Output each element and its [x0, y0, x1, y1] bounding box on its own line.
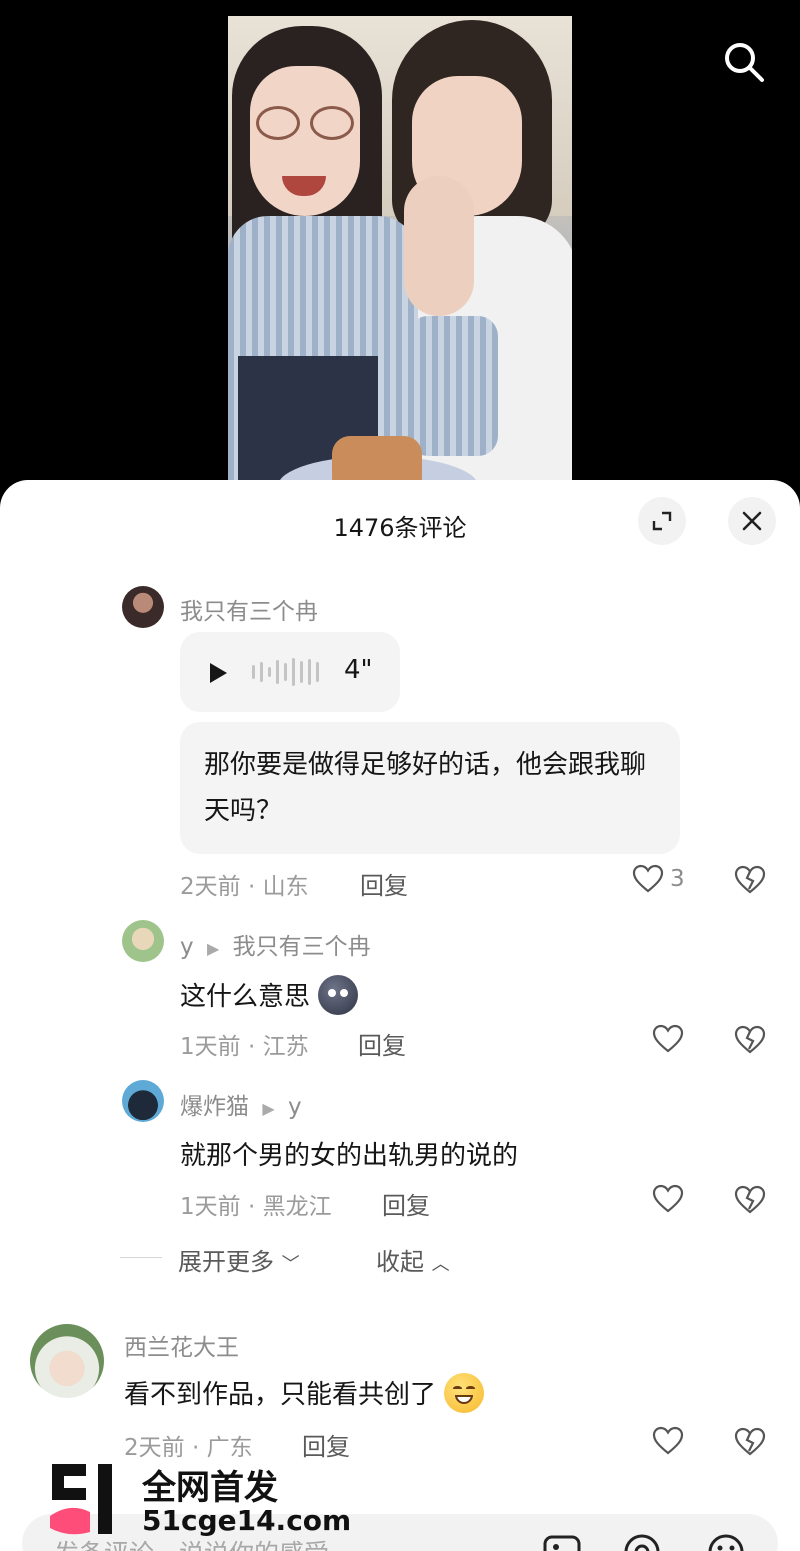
- expand-button[interactable]: [638, 497, 686, 545]
- comment-meta: 2天前 · 广东: [124, 1435, 253, 1461]
- heart-icon: [652, 1426, 684, 1455]
- comment-meta: 1天前 · 黑龙江: [180, 1194, 332, 1220]
- divider: [120, 1257, 162, 1258]
- dislike-button[interactable]: [734, 1427, 766, 1461]
- at-mention-icon[interactable]: [622, 1532, 662, 1551]
- broken-heart-icon: [734, 1185, 766, 1214]
- search-icon[interactable]: [720, 38, 768, 86]
- comment-text: 就那个男的女的出轨男的说的: [180, 1141, 519, 1171]
- heart-icon: [632, 864, 664, 893]
- close-button[interactable]: [728, 497, 776, 545]
- video-frame: [228, 16, 572, 490]
- comment-meta: 2天前 · 山东: [180, 874, 309, 900]
- reply-arrow-icon: ▶: [206, 939, 220, 958]
- comment-username[interactable]: 我只有三个冉: [180, 592, 318, 626]
- voice-duration: 4": [344, 655, 373, 685]
- waveform: [252, 657, 319, 687]
- emoji-icon: [318, 974, 359, 1015]
- comment-text: 这什么意思: [180, 974, 359, 1018]
- reply-button[interactable]: 回复: [360, 866, 408, 901]
- video-player[interactable]: [0, 0, 800, 490]
- dislike-button[interactable]: [734, 1025, 766, 1059]
- expand-icon: [652, 511, 672, 531]
- reply-arrow-icon: ▶: [262, 1099, 275, 1118]
- dislike-button[interactable]: [734, 1185, 766, 1219]
- broken-heart-icon: [734, 1427, 766, 1456]
- like-button[interactable]: [652, 1184, 684, 1214]
- comment-text-bubble: 那你要是做得足够好的话，他会跟我聊天吗？: [180, 722, 680, 854]
- heart-icon: [652, 1184, 684, 1213]
- reply-button[interactable]: 回复: [302, 1427, 350, 1462]
- smile-emoji-icon: [444, 1372, 485, 1413]
- chevron-down-icon: ﹀: [281, 1254, 300, 1275]
- dislike-button[interactable]: [734, 865, 766, 899]
- thread-controls: 展开更多 ﹀ 收起 ︿: [120, 1242, 620, 1276]
- comment-meta: 1天前 · 江苏: [180, 1034, 309, 1060]
- like-button[interactable]: 3: [632, 864, 685, 894]
- watermark-url: 51cge14.com: [142, 1504, 352, 1537]
- chevron-up-icon: ︿: [431, 1254, 450, 1275]
- voice-message[interactable]: 4": [180, 632, 400, 712]
- avatar[interactable]: [122, 920, 164, 962]
- avatar[interactable]: [122, 586, 164, 628]
- like-button[interactable]: [652, 1426, 684, 1456]
- heart-icon: [652, 1024, 684, 1053]
- image-icon[interactable]: [542, 1532, 582, 1551]
- collapse-button[interactable]: 收起 ︿: [376, 1242, 450, 1277]
- close-icon: [742, 511, 762, 531]
- watermark-logo: [50, 1464, 112, 1535]
- like-button[interactable]: [652, 1024, 684, 1054]
- comment-sheet: 1476条评论 我只有三个冉 4" 那你要是做得足够好的话，他会跟我聊天吗？ 2…: [0, 480, 800, 1551]
- broken-heart-icon: [734, 865, 766, 894]
- avatar[interactable]: [30, 1324, 104, 1398]
- watermark: 全网首发 51cge14.com: [50, 1464, 352, 1544]
- broken-heart-icon: [734, 1025, 766, 1054]
- comment-username[interactable]: 爆炸猫 ▶ y: [180, 1087, 302, 1121]
- reply-button[interactable]: 回复: [382, 1186, 430, 1221]
- expand-more-button[interactable]: 展开更多 ﹀: [178, 1242, 300, 1277]
- emoji-picker-icon[interactable]: [706, 1532, 746, 1551]
- comment-username[interactable]: y ▶ 我只有三个冉: [180, 927, 371, 961]
- watermark-title: 全网首发: [142, 1468, 278, 1508]
- avatar[interactable]: [122, 1080, 164, 1122]
- comment-username[interactable]: 西兰花大王: [124, 1328, 239, 1362]
- like-count: 3: [670, 866, 685, 892]
- reply-button[interactable]: 回复: [358, 1026, 406, 1061]
- play-icon[interactable]: [208, 662, 228, 684]
- comment-text: 看不到作品，只能看共创了: [124, 1372, 485, 1416]
